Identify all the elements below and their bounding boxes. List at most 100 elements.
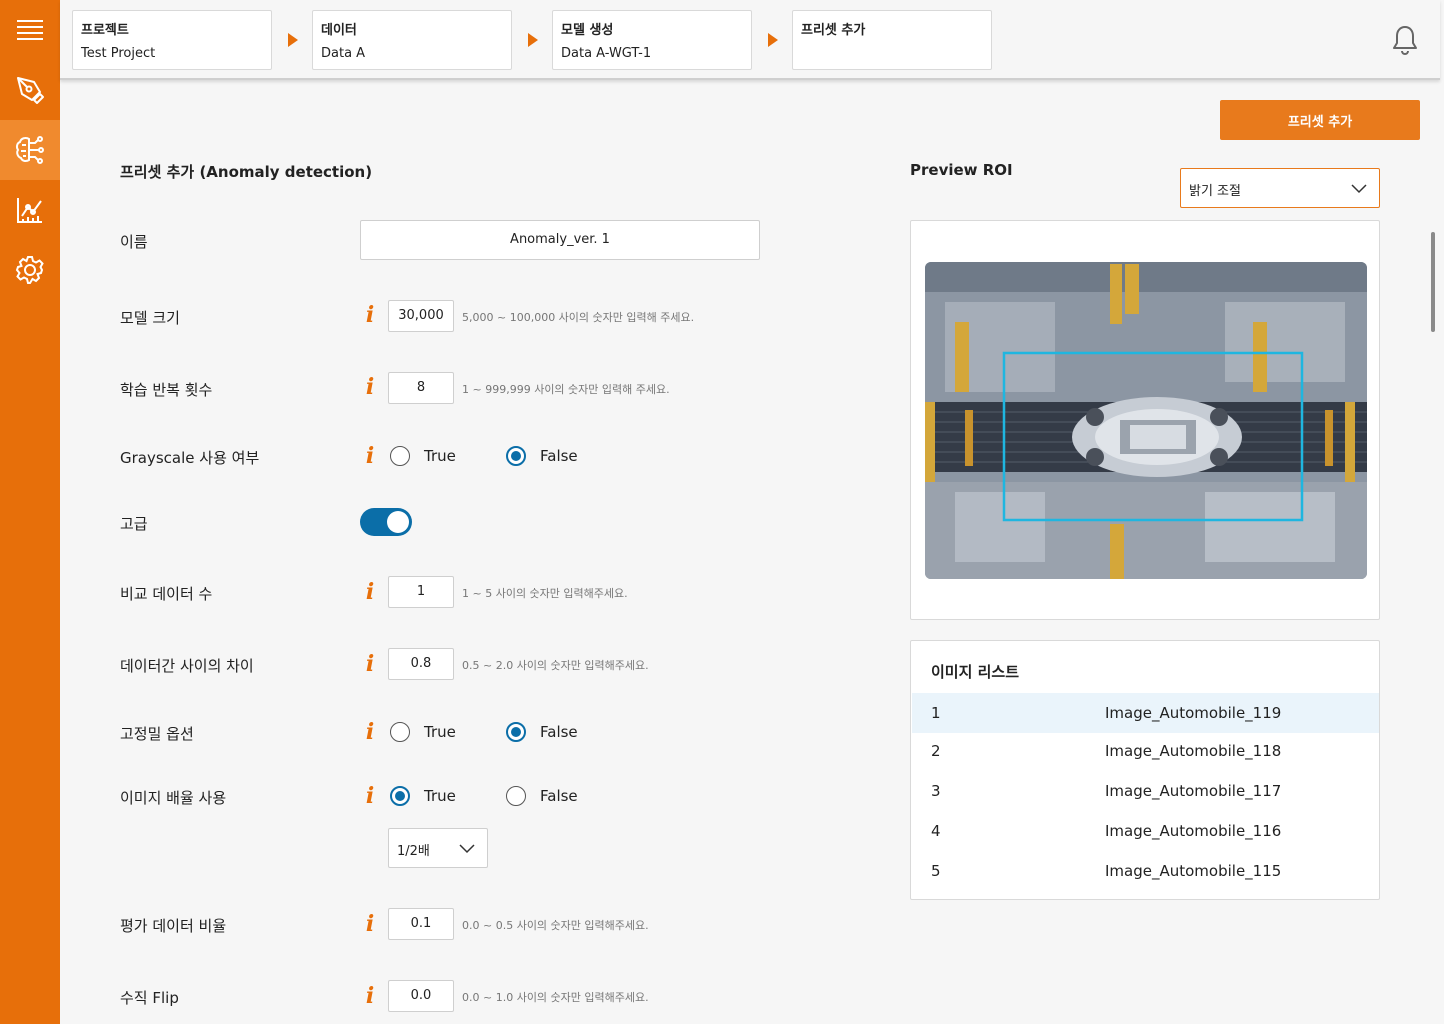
menu-icon bbox=[17, 20, 43, 40]
top-header: 프로젝트 Test Project 데이터 Data A 모델 생성 Data … bbox=[60, 0, 1440, 80]
scale-select[interactable]: 1/2배 bbox=[388, 828, 488, 868]
breadcrumb-value: Test Project bbox=[81, 46, 156, 61]
bell-icon[interactable] bbox=[1390, 24, 1420, 56]
add-preset-button[interactable]: 프리셋 추가 bbox=[1220, 100, 1420, 140]
menu-button[interactable] bbox=[0, 0, 60, 60]
sidebar bbox=[0, 0, 60, 1024]
grayscale-label: Grayscale 사용 여부 bbox=[120, 449, 260, 467]
breadcrumb-preset[interactable]: 프리셋 추가 bbox=[792, 10, 992, 70]
breadcrumb-data[interactable]: 데이터 Data A bbox=[312, 10, 512, 70]
eval-ratio-input[interactable]: 0.1 bbox=[388, 908, 454, 940]
list-item[interactable]: 4 Image_Automobile_116 bbox=[912, 811, 1379, 851]
eval-ratio-label: 평가 데이터 비율 bbox=[120, 917, 227, 935]
breadcrumb-value: Data A-WGT-1 bbox=[561, 46, 652, 61]
list-item-name: Image_Automobile_118 bbox=[1105, 742, 1282, 760]
info-icon[interactable]: i bbox=[364, 783, 376, 809]
grayscale-false-radio[interactable] bbox=[506, 446, 526, 466]
image-scale-true-radio[interactable] bbox=[390, 786, 410, 806]
grayscale-false-label: False bbox=[540, 447, 578, 465]
list-item-name: Image_Automobile_119 bbox=[1105, 704, 1282, 722]
advanced-toggle[interactable] bbox=[360, 508, 412, 536]
info-icon[interactable]: i bbox=[364, 651, 376, 677]
data-gap-input[interactable]: 0.8 bbox=[388, 648, 454, 680]
image-scale-label: 이미지 배율 사용 bbox=[120, 789, 227, 807]
gear-icon bbox=[15, 256, 44, 284]
info-icon[interactable]: i bbox=[364, 579, 376, 605]
image-scale-false-radio[interactable] bbox=[506, 786, 526, 806]
info-icon[interactable]: i bbox=[364, 374, 376, 400]
sidebar-item-model[interactable] bbox=[0, 120, 60, 180]
iterations-input[interactable]: 8 bbox=[388, 372, 454, 404]
chart-icon bbox=[17, 198, 42, 223]
data-gap-hint: 0.5 ~ 2.0 사이의 숫자만 입력해주세요. bbox=[462, 659, 649, 672]
high-precision-label: 고정밀 옵션 bbox=[120, 725, 194, 743]
info-icon[interactable]: i bbox=[364, 302, 376, 328]
high-precision-true-radio[interactable] bbox=[390, 722, 410, 742]
breadcrumb-title: 프로젝트 bbox=[81, 23, 129, 38]
image-list-panel: 이미지 리스트 1 Image_Automobile_119 2 Image_A… bbox=[910, 640, 1380, 900]
info-icon[interactable]: i bbox=[364, 443, 376, 469]
form-title: 프리셋 추가 (Anomaly detection) bbox=[120, 163, 373, 181]
vertical-flip-label: 수직 Flip bbox=[120, 989, 179, 1007]
vertical-flip-hint: 0.0 ~ 1.0 사이의 숫자만 입력해주세요. bbox=[462, 991, 649, 1004]
list-item-name: Image_Automobile_116 bbox=[1105, 822, 1282, 840]
compare-count-label: 비교 데이터 수 bbox=[120, 585, 213, 603]
sidebar-item-settings[interactable] bbox=[0, 240, 60, 300]
chevron-down-icon bbox=[1351, 184, 1367, 194]
breadcrumb-arrow-icon bbox=[288, 33, 298, 47]
list-item[interactable]: 5 Image_Automobile_115 bbox=[912, 851, 1379, 891]
grayscale-true-label: True bbox=[424, 447, 456, 465]
list-item-name: Image_Automobile_117 bbox=[1105, 782, 1282, 800]
name-input[interactable]: Anomaly_ver. 1 bbox=[360, 220, 760, 260]
advanced-label: 고급 bbox=[120, 515, 148, 533]
high-precision-false-radio[interactable] bbox=[506, 722, 526, 742]
list-item-index: 5 bbox=[931, 862, 941, 880]
eval-ratio-hint: 0.0 ~ 0.5 사이의 숫자만 입력해주세요. bbox=[462, 919, 649, 932]
iterations-hint: 1 ~ 999,999 사이의 숫자만 입력해 주세요. bbox=[462, 383, 670, 396]
sidebar-item-labeling[interactable] bbox=[0, 60, 60, 120]
breadcrumb-model[interactable]: 모델 생성 Data A-WGT-1 bbox=[552, 10, 752, 70]
preview-panel bbox=[910, 220, 1380, 620]
high-precision-false-label: False bbox=[540, 723, 578, 741]
preview-image[interactable] bbox=[925, 262, 1367, 579]
iterations-label: 학습 반복 횟수 bbox=[120, 381, 213, 399]
high-precision-true-label: True bbox=[424, 723, 456, 741]
list-item-index: 2 bbox=[931, 742, 941, 760]
brightness-select-value: 밝기 조절 bbox=[1189, 184, 1241, 199]
list-item-index: 1 bbox=[931, 704, 941, 722]
data-gap-label: 데이터간 사이의 차이 bbox=[120, 657, 254, 675]
page-scrollbar[interactable] bbox=[1431, 232, 1435, 332]
list-item[interactable]: 2 Image_Automobile_118 bbox=[912, 731, 1379, 771]
model-size-input[interactable]: 30,000 bbox=[388, 300, 454, 332]
breadcrumb-title: 프리셋 추가 bbox=[801, 23, 866, 38]
grayscale-true-radio[interactable] bbox=[390, 446, 410, 466]
breadcrumb-arrow-icon bbox=[528, 33, 538, 47]
list-item-index: 3 bbox=[931, 782, 941, 800]
model-size-hint: 5,000 ~ 100,000 사이의 숫자만 입력해 주세요. bbox=[462, 311, 695, 324]
pen-tool-icon bbox=[17, 77, 44, 104]
brightness-select[interactable]: 밝기 조절 bbox=[1180, 168, 1380, 208]
image-scale-false-label: False bbox=[540, 787, 578, 805]
breadcrumb-title: 데이터 bbox=[321, 23, 357, 38]
name-label: 이름 bbox=[120, 233, 148, 251]
preview-title: Preview ROI bbox=[910, 161, 1013, 179]
info-icon[interactable]: i bbox=[364, 911, 376, 937]
compare-count-input[interactable]: 1 bbox=[388, 576, 454, 608]
image-scale-true-label: True bbox=[424, 787, 456, 805]
info-icon[interactable]: i bbox=[364, 719, 376, 745]
list-item[interactable]: 1 Image_Automobile_119 bbox=[912, 693, 1379, 733]
breadcrumb-title: 모델 생성 bbox=[561, 23, 614, 38]
info-icon[interactable]: i bbox=[364, 983, 376, 1009]
chevron-down-icon bbox=[459, 844, 475, 854]
scale-select-value: 1/2배 bbox=[397, 844, 430, 859]
breadcrumb-arrow-icon bbox=[768, 33, 778, 47]
breadcrumb-value: Data A bbox=[321, 46, 366, 61]
sidebar-item-chart[interactable] bbox=[0, 180, 60, 240]
vertical-flip-input[interactable]: 0.0 bbox=[388, 980, 454, 1012]
list-item-name: Image_Automobile_115 bbox=[1105, 862, 1282, 880]
list-item[interactable]: 3 Image_Automobile_117 bbox=[912, 771, 1379, 811]
model-size-label: 모델 크기 bbox=[120, 309, 180, 327]
image-list-title: 이미지 리스트 bbox=[931, 663, 1020, 681]
brain-network-icon bbox=[15, 136, 44, 164]
breadcrumb-project[interactable]: 프로젝트 Test Project bbox=[72, 10, 272, 70]
